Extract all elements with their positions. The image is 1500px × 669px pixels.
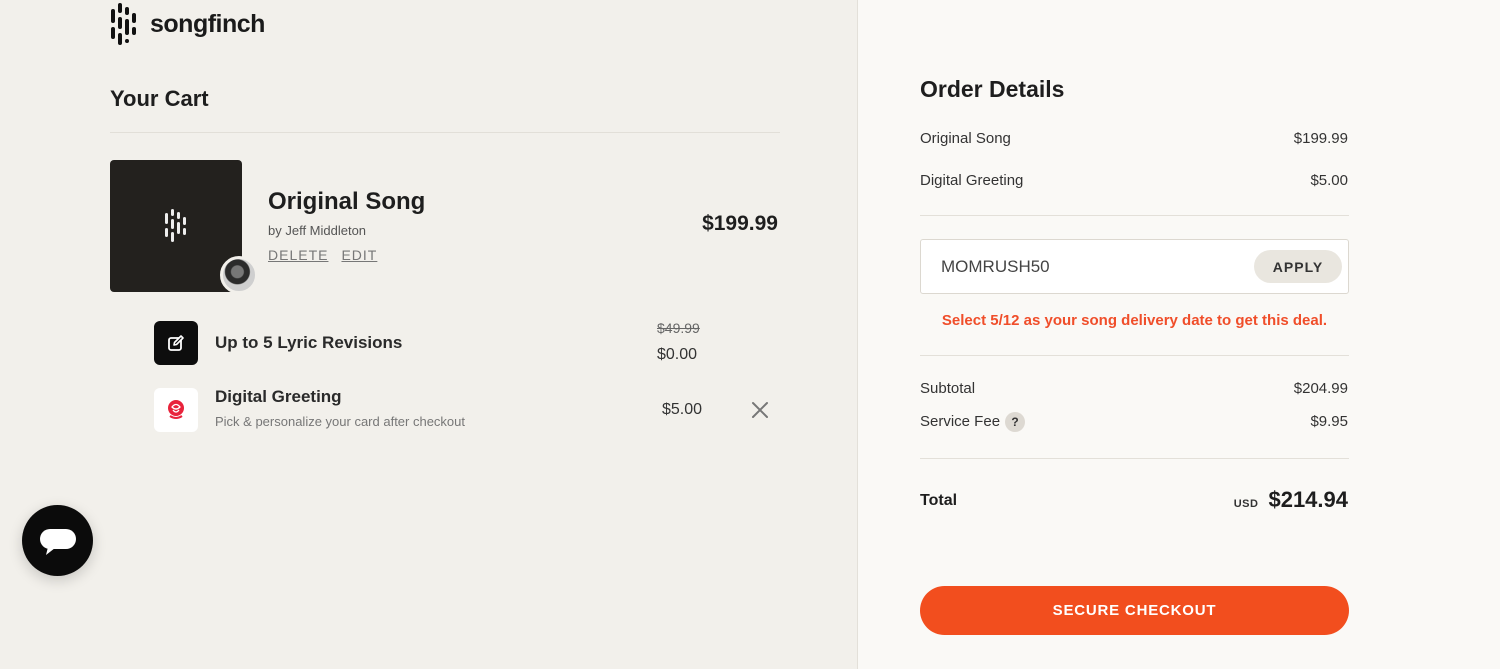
brand-name: songfinch	[150, 9, 265, 38]
total-amount: $214.94	[1268, 487, 1348, 512]
divider	[920, 215, 1349, 216]
addon-subtitle: Pick & personalize your card after check…	[215, 414, 466, 429]
subtotal-label: Subtotal	[920, 380, 976, 397]
divider	[920, 458, 1349, 459]
addon-price-lyric-revisions: $0.00	[657, 346, 698, 363]
song-title: Original Song	[268, 188, 426, 215]
total-value-group: USD $214.94	[1234, 487, 1348, 513]
artist-avatar	[220, 256, 258, 294]
apply-promo-button[interactable]: APPLY	[1254, 250, 1342, 283]
addon-name-digital-greeting: Digital Greeting	[215, 387, 342, 406]
chat-button[interactable]	[22, 505, 93, 576]
service-fee-value: $9.95	[1310, 413, 1348, 430]
addon-name-lyric-revisions: Up to 5 Lyric Revisions	[215, 333, 403, 352]
songfinch-mark-icon	[164, 209, 188, 243]
secure-checkout-button[interactable]: SECURE CHECKOUT	[920, 586, 1349, 635]
chat-bubble-icon	[39, 528, 76, 555]
edit-icon	[154, 321, 198, 365]
addon-original-price: $49.99	[657, 320, 700, 336]
cart-divider	[110, 132, 780, 133]
service-fee-row: Service Fee?	[920, 412, 1026, 432]
line-label-digital-greeting: Digital Greeting	[920, 172, 1024, 189]
order-details-title: Order Details	[920, 76, 1065, 102]
line-value-original-song: $199.99	[1293, 130, 1348, 147]
total-label: Total	[920, 492, 958, 509]
delete-link[interactable]: DELETE	[268, 247, 328, 263]
line-label-original-song: Original Song	[920, 130, 1011, 147]
cart-title: Your Cart	[110, 86, 209, 111]
promo-code-input[interactable]	[941, 255, 1241, 279]
total-currency: USD	[1233, 498, 1259, 510]
promo-message: Select 5/12 as your song delivery date t…	[941, 312, 1328, 329]
rose-icon	[154, 388, 198, 432]
cart-panel: songfinch Your Cart Original Song by Jef…	[0, 0, 857, 669]
service-fee-label: Service Fee	[920, 412, 1001, 430]
order-details-panel: Order Details Original Song $199.99 Digi…	[857, 0, 1500, 669]
promo-code-box: APPLY	[920, 239, 1349, 294]
line-value-digital-greeting: $5.00	[1310, 172, 1348, 189]
song-actions: DELETE EDIT	[268, 247, 377, 263]
song-artist: by Jeff Middleton	[268, 223, 367, 238]
song-price: $199.99	[702, 212, 778, 235]
help-icon[interactable]: ?	[1005, 412, 1026, 432]
addon-price-digital-greeting: $5.00	[662, 401, 703, 418]
songfinch-logo[interactable]: songfinch	[110, 3, 265, 45]
edit-link[interactable]: EDIT	[341, 247, 377, 263]
songfinch-logo-icon	[110, 3, 140, 45]
remove-addon-close-icon[interactable]	[749, 399, 771, 421]
subtotal-value: $204.99	[1293, 380, 1348, 397]
divider	[920, 355, 1349, 356]
